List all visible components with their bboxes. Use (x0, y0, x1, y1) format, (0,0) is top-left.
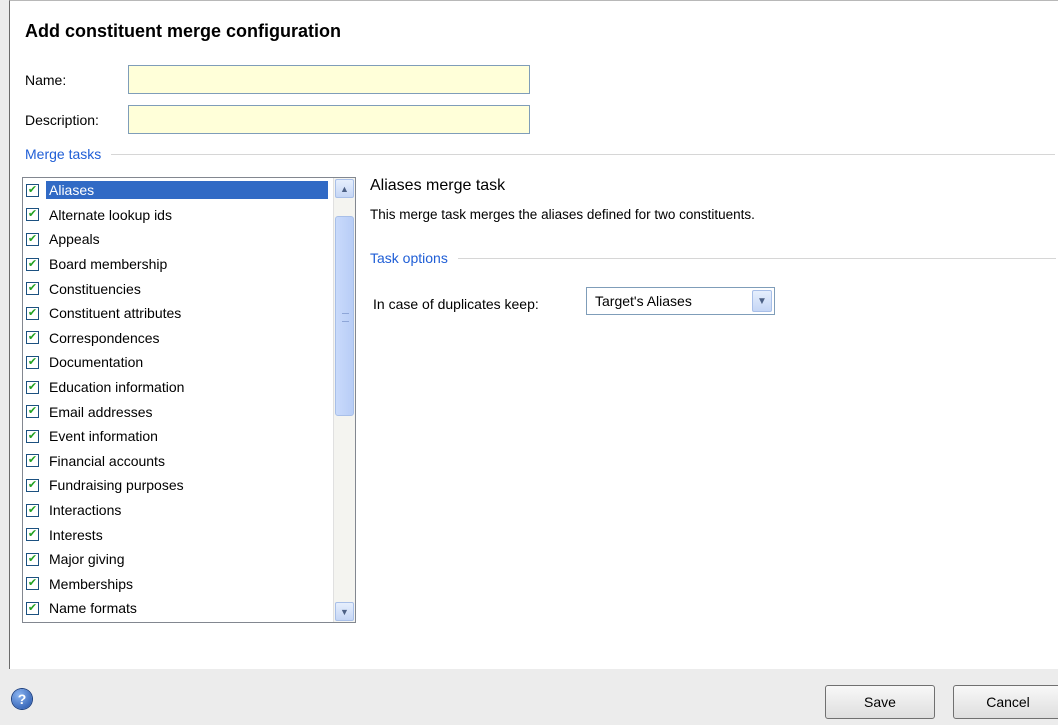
checkbox[interactable]: ✔ (26, 232, 39, 246)
list-item[interactable]: ✔ Major giving (23, 547, 328, 572)
list-item-label: Constituent attributes (49, 305, 182, 322)
checkbox[interactable]: ✔ (26, 380, 39, 394)
chevron-down-icon[interactable]: ▼ (752, 290, 772, 312)
list-item[interactable]: ✔ Board membership (23, 252, 328, 277)
merge-tasks-section: Merge tasks (25, 146, 1055, 162)
help-icon[interactable]: ? (12, 689, 32, 709)
task-options-section-label: Task options (370, 250, 448, 266)
list-item-label: Name formats (49, 600, 137, 617)
merge-tasks-list[interactable]: ✔ Aliases ✔ Alternate lookup ids ✔ Appeals ✔ Bo… (22, 177, 356, 623)
checkbox[interactable]: ✔ (26, 306, 39, 320)
list-item[interactable]: ✔ Name formats (23, 596, 328, 621)
description-label: Description: (25, 112, 99, 128)
list-scrollbar[interactable]: ▲ ▼ (333, 178, 355, 622)
checkbox[interactable]: ✔ (26, 528, 39, 542)
checkbox[interactable]: ✔ (26, 454, 39, 468)
list-item-label: Documentation (49, 354, 144, 371)
list-item[interactable]: ✔ Appeals (23, 227, 328, 252)
list-item[interactable]: ✔ Memberships (23, 572, 328, 597)
list-item[interactable]: ✔ Correspondences (23, 326, 328, 351)
checkbox[interactable]: ✔ (26, 282, 39, 296)
task-options-section: Task options (370, 250, 1056, 266)
checkbox[interactable]: ✔ (26, 183, 39, 197)
list-item[interactable]: ✔ Fundraising purposes (23, 473, 328, 498)
scroll-down-button[interactable]: ▼ (335, 602, 354, 621)
checkbox[interactable]: ✔ (26, 429, 39, 443)
dialog-title: Add constituent merge configuration (25, 21, 342, 41)
list-item[interactable]: ✔ Email addresses (23, 399, 328, 424)
list-item-label: Financial accounts (49, 452, 165, 469)
list-item[interactable]: ✔ Interactions (23, 498, 328, 523)
checkbox[interactable]: ✔ (26, 355, 39, 369)
list-item-label: Education information (49, 379, 185, 396)
scroll-thumb[interactable] (335, 216, 354, 416)
duplicates-label: In case of duplicates keep: (373, 296, 539, 312)
checkbox[interactable]: ✔ (26, 405, 39, 419)
duplicates-select-value: Target's Aliases (595, 293, 692, 309)
list-item[interactable]: ✔ Financial accounts (23, 449, 328, 474)
list-item[interactable]: ✔ Alternate lookup ids (23, 203, 328, 228)
checkbox[interactable]: ✔ (26, 478, 39, 492)
list-item[interactable]: ✔ Constituent attributes (23, 301, 328, 326)
list-item[interactable]: ✔ Constituencies (23, 276, 328, 301)
duplicates-select[interactable]: Target's Aliases ▼ (586, 287, 775, 315)
list-item-label: Email addresses (49, 403, 153, 420)
scroll-up-button[interactable]: ▲ (335, 179, 354, 198)
list-item-label: Memberships (49, 575, 134, 592)
merge-tasks-items: ✔ Aliases ✔ Alternate lookup ids ✔ Appeals ✔ Bo… (23, 178, 328, 621)
list-item[interactable]: ✔ Aliases (23, 178, 328, 203)
list-item-label: Alternate lookup ids (49, 206, 172, 223)
checkbox[interactable]: ✔ (26, 601, 39, 615)
list-item-label: Event information (49, 428, 158, 445)
list-item[interactable]: ✔ Interests (23, 522, 328, 547)
list-item-label: Constituencies (49, 280, 141, 297)
task-description: This merge task merges the aliases defin… (370, 207, 755, 222)
list-item-label: Board membership (49, 256, 168, 273)
scroll-thumb-grip-icon (342, 313, 349, 322)
task-title: Aliases merge task (370, 177, 506, 194)
list-item-label: Correspondences (49, 329, 160, 346)
list-item[interactable]: ✔ Event information (23, 424, 328, 449)
checkbox[interactable]: ✔ (26, 257, 39, 271)
name-label: Name: (25, 72, 67, 88)
checkbox[interactable]: ✔ (26, 503, 39, 517)
list-item-label: Interactions (49, 502, 122, 519)
cancel-button[interactable]: Cancel (953, 685, 1058, 719)
list-item-label: Aliases (46, 181, 328, 200)
checkbox[interactable]: ✔ (26, 331, 39, 345)
save-button[interactable]: Save (825, 685, 935, 719)
checkbox[interactable]: ✔ (26, 208, 39, 222)
checkbox[interactable]: ✔ (26, 577, 39, 591)
section-divider (457, 257, 1056, 259)
checkbox[interactable]: ✔ (26, 552, 39, 566)
list-item-label: Interests (49, 526, 103, 543)
list-item-label: Fundraising purposes (49, 477, 184, 494)
section-divider (111, 153, 1055, 155)
description-input[interactable] (128, 105, 530, 134)
name-input[interactable] (128, 65, 530, 94)
merge-tasks-section-label: Merge tasks (25, 146, 102, 162)
list-item[interactable]: ✔ Documentation (23, 350, 328, 375)
merge-configuration-dialog: Add constituent merge configuration Name… (9, 0, 1058, 669)
list-item[interactable]: ✔ Education information (23, 375, 328, 400)
list-item-label: Major giving (49, 551, 125, 568)
list-item-label: Appeals (49, 231, 100, 248)
